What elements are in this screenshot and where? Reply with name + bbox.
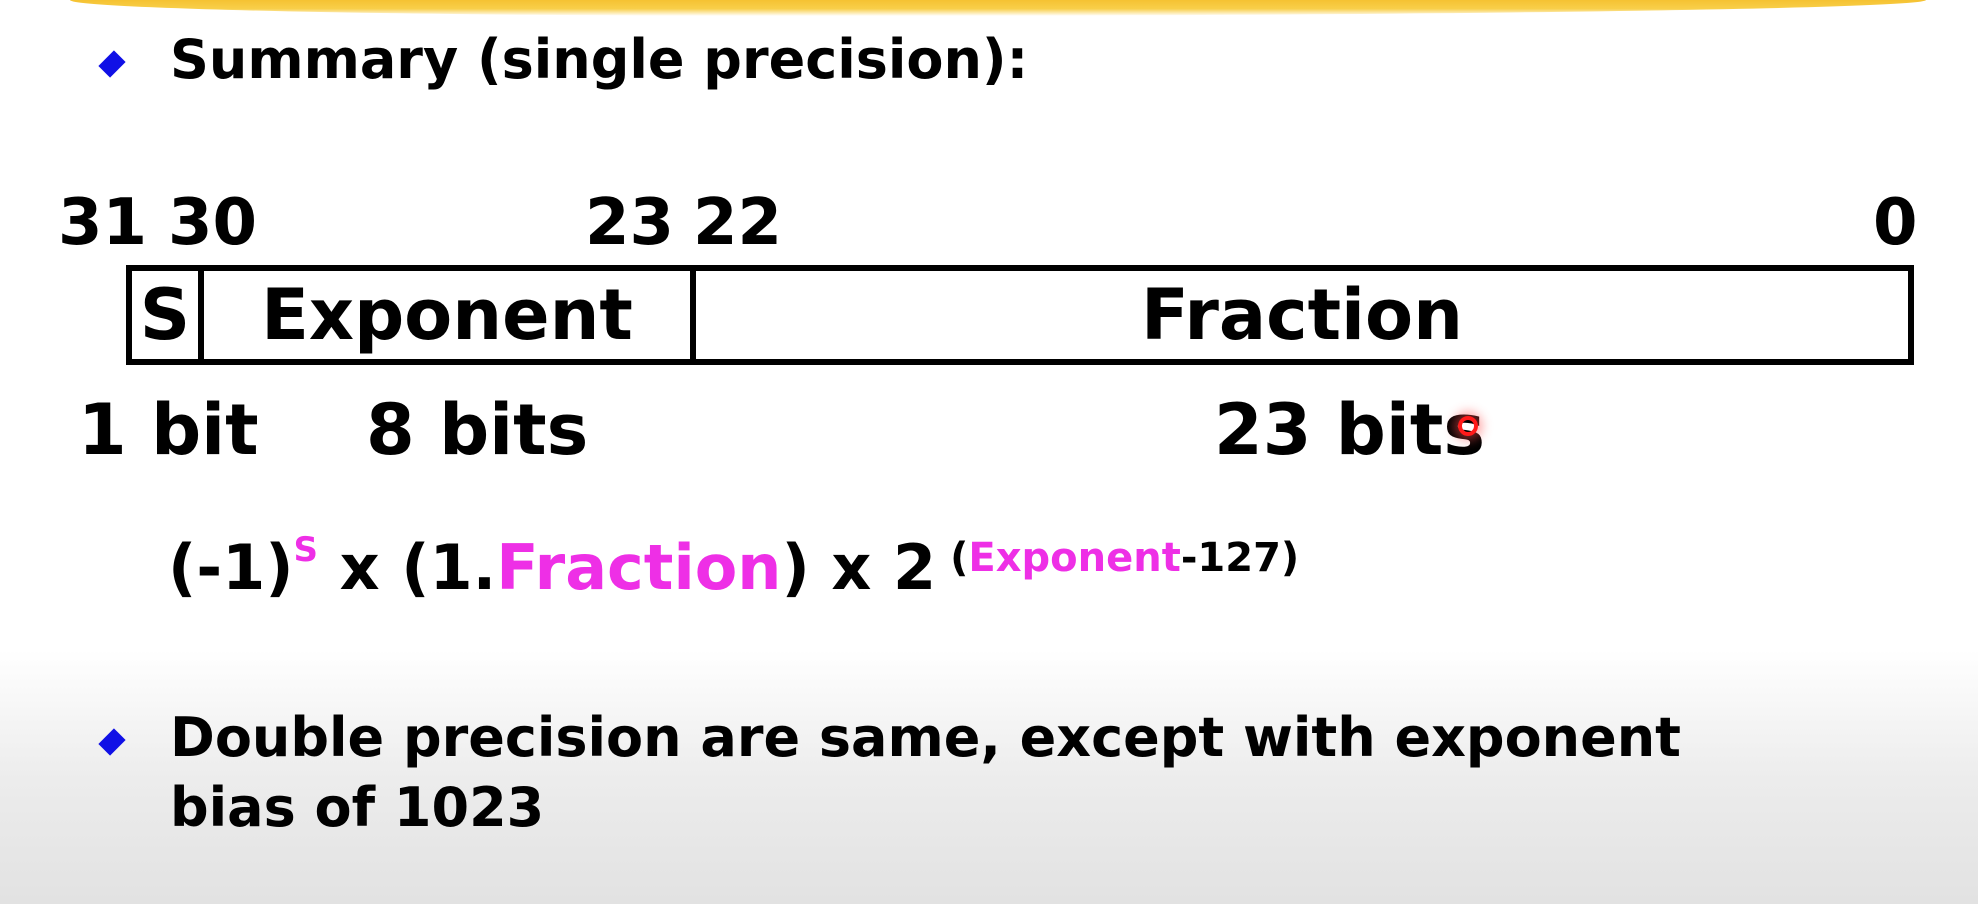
formula-multiply-1: x (1.	[318, 531, 497, 604]
sign-size-label: 1 bit	[78, 389, 259, 471]
double-precision-line-1: Double precision are same, except with e…	[170, 706, 1681, 769]
bit-number-30: 30	[168, 186, 258, 260]
formula-sign-superscript: S	[293, 530, 319, 570]
sign-field-label: S	[139, 274, 191, 356]
value-formula: (-1)S x (1.Fraction) x 2 (Exponent-127)	[168, 528, 1299, 618]
formula-fraction: Fraction	[496, 531, 782, 604]
exponent-field-label: Exponent	[261, 274, 633, 356]
formula-base: (-1)	[168, 531, 294, 604]
double-precision-line-2: bias of 1023	[170, 776, 545, 839]
bit-number-0: 0	[1873, 186, 1918, 260]
bit-number-23: 23	[585, 186, 675, 260]
formula-exp-word: Exponent	[968, 535, 1181, 581]
slide-title-bar	[70, 0, 1926, 16]
formula-exp-open: (	[950, 535, 969, 581]
pointer-cursor-icon	[1458, 416, 1478, 436]
diamond-bullet-icon	[98, 728, 126, 756]
bit-number-22: 22	[693, 186, 783, 260]
formula-exponent-superscript: (Exponent-127)	[950, 535, 1299, 581]
exponent-size-label: 8 bits	[366, 389, 589, 471]
formula-multiply-2: x 2	[809, 531, 937, 604]
bit-number-31: 31	[58, 186, 148, 260]
formula-exp-rest: -127)	[1180, 535, 1300, 581]
fraction-size-label: 23 bits	[1214, 389, 1486, 471]
formula-close-paren: )	[781, 531, 810, 604]
summary-heading: Summary (single precision):	[170, 28, 1029, 91]
diamond-bullet-icon	[98, 50, 126, 78]
fraction-field-label: Fraction	[1141, 274, 1463, 356]
